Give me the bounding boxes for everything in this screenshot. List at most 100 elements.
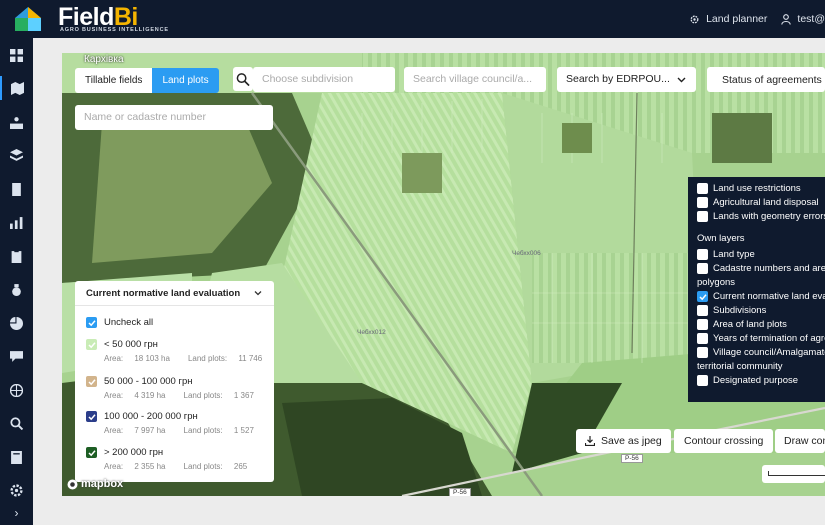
check-icon	[698, 293, 707, 300]
legend-item-label: 50 000 - 100 000 грн	[104, 376, 193, 387]
uncheck-all-checkbox[interactable]	[86, 317, 97, 328]
contour-crossing-button[interactable]: Contour crossing	[674, 429, 774, 453]
layer-label: Years of termination of agree	[713, 333, 825, 344]
edrpou-search[interactable]: Search by EDRPOU...	[557, 67, 696, 92]
legend-item[interactable]: > 200 000 грн	[86, 447, 163, 458]
sidebar-item-reports[interactable]	[0, 311, 33, 335]
layer-checkbox[interactable]	[697, 319, 708, 330]
layer-area-of-land-plots[interactable]: Area of land plots	[697, 319, 787, 330]
uncheck-all-row[interactable]: Uncheck all	[86, 317, 153, 328]
layer-label: Land type	[713, 249, 755, 260]
legend-item-label: > 200 000 грн	[104, 447, 164, 458]
save-as-jpeg-label: Save as jpeg	[601, 435, 662, 447]
layer-geometry-errors[interactable]: Lands with geometry errors	[697, 211, 825, 222]
user-menu[interactable]: test@	[781, 13, 825, 25]
sidebar-item-map[interactable]	[0, 76, 33, 100]
chart-icon	[10, 216, 23, 229]
fieldbi-logo[interactable]: FieldBi AGRO BUSINESS INTELLIGENCE	[14, 3, 168, 35]
check-icon	[87, 378, 96, 385]
settings-icon	[10, 483, 23, 497]
layer-subdivisions[interactable]: Subdivisions	[697, 305, 766, 316]
road-label: P-56	[621, 454, 643, 463]
check-icon	[87, 413, 96, 420]
layer-cadastre-numbers[interactable]: Cadastre numbers and area	[697, 263, 825, 274]
sidebar-item-layers[interactable]	[0, 143, 33, 167]
layer-checkbox[interactable]	[697, 183, 708, 194]
status-of-agreements-button[interactable]: Status of agreements	[707, 67, 825, 92]
layer-land-use-restrictions[interactable]: Land use restrictions	[697, 183, 801, 194]
layer-checkbox[interactable]	[697, 291, 708, 302]
sidebar-item-knowledge[interactable]	[0, 445, 33, 469]
tab-tillable-fields[interactable]: Tillable fields	[75, 68, 153, 93]
layer-label: Lands with geometry errors	[713, 211, 825, 222]
legend-checkbox[interactable]	[86, 447, 97, 458]
legend-header[interactable]: Current normative land evaluation	[75, 281, 274, 306]
layer-village-council[interactable]: Village council/Amalgamated	[697, 347, 825, 358]
edrpou-label: Search by EDRPOU...	[566, 73, 670, 85]
layer-checkbox[interactable]	[697, 305, 708, 316]
check-icon	[87, 341, 96, 348]
tab-land-plots[interactable]: Land plots	[152, 68, 219, 93]
layer-label: Cadastre numbers and area	[713, 263, 825, 274]
search-location-icon	[236, 72, 250, 86]
book-icon	[11, 450, 22, 464]
subdivision-select[interactable]: Choose subdivision	[253, 67, 395, 92]
sidebar-item-analytics[interactable]	[0, 210, 33, 234]
legend-item-stats: Area: 7 997 ha Land plots: 1 527	[104, 426, 254, 435]
layer-current-normative-evaluation[interactable]: Current normative land evalu	[697, 291, 825, 302]
legend-checkbox[interactable]	[86, 376, 97, 387]
map-icon	[11, 81, 24, 95]
save-as-jpeg-button[interactable]: Save as jpeg	[576, 429, 671, 453]
gear-icon	[690, 15, 699, 23]
layer-checkbox[interactable]	[697, 211, 708, 222]
sidebar-item-documents[interactable]	[0, 177, 33, 201]
mapbox-label: mapbox	[81, 478, 124, 490]
sidebar-expand[interactable]: ›	[0, 501, 33, 525]
sidebar-item-messages[interactable]	[0, 344, 33, 368]
layer-checkbox[interactable]	[697, 333, 708, 344]
draw-contour-button[interactable]: Draw cont	[775, 429, 825, 453]
legend-item[interactable]: 100 000 - 200 000 грн	[86, 411, 198, 422]
status-label: Status of agreements	[722, 73, 822, 86]
village-council-search[interactable]: Search village council/a...	[404, 67, 546, 92]
land-planner-link[interactable]: Land planner	[689, 13, 767, 25]
layer-checkbox[interactable]	[697, 197, 708, 208]
sidebar-item-tasks[interactable]	[0, 244, 33, 268]
layer-label: Designated purpose	[713, 375, 799, 386]
layer-agricultural-land-disposal[interactable]: Agricultural land disposal	[697, 197, 819, 208]
sidebar-item-finance[interactable]	[0, 277, 33, 301]
layer-label: Land use restrictions	[713, 183, 801, 194]
legend-item-label: 100 000 - 200 000 грн	[104, 411, 198, 422]
sidebar-item-fields[interactable]	[0, 110, 33, 134]
layer-designated-purpose[interactable]: Designated purpose	[697, 375, 798, 386]
plot-label: Чебхх012	[357, 329, 386, 336]
legend-item[interactable]: 50 000 - 100 000 грн	[86, 376, 192, 387]
sidebar: ›	[0, 38, 33, 525]
cadastre-search-input[interactable]: Name or cadastre number	[75, 105, 273, 130]
sidebar-item-dashboard[interactable]	[0, 43, 33, 67]
sidebar-item-search[interactable]	[0, 411, 33, 435]
pie-chart-icon	[10, 316, 23, 330]
sidebar-item-global[interactable]	[0, 378, 33, 402]
layer-checkbox[interactable]	[697, 347, 708, 358]
map-scale	[762, 465, 825, 483]
legend-item-stats: Area: 2 355 ha Land plots: 265	[104, 462, 248, 471]
subdivision-filter-button[interactable]	[233, 67, 253, 91]
layer-checkbox[interactable]	[697, 375, 708, 386]
legend-checkbox[interactable]	[86, 411, 97, 422]
layer-checkbox[interactable]	[697, 249, 708, 260]
legend-item[interactable]: < 50 000 грн	[86, 339, 158, 350]
legend-checkbox[interactable]	[86, 339, 97, 350]
mapbox-attribution[interactable]: mapbox	[67, 478, 123, 490]
uncheck-all-label: Uncheck all	[104, 317, 154, 328]
download-icon	[585, 436, 595, 446]
layer-land-type[interactable]: Land type	[697, 249, 755, 260]
layer-label-continuation: polygons	[697, 277, 736, 288]
plot-label: Чебхх006	[512, 250, 541, 257]
legend-title: Current normative land evaluation	[86, 288, 241, 299]
layer-years-of-termination[interactable]: Years of termination of agree	[697, 333, 825, 344]
documents-icon	[12, 182, 21, 196]
layer-checkbox[interactable]	[697, 263, 708, 274]
scale-bar	[768, 471, 825, 476]
sidebar-item-settings[interactable]	[0, 478, 33, 502]
